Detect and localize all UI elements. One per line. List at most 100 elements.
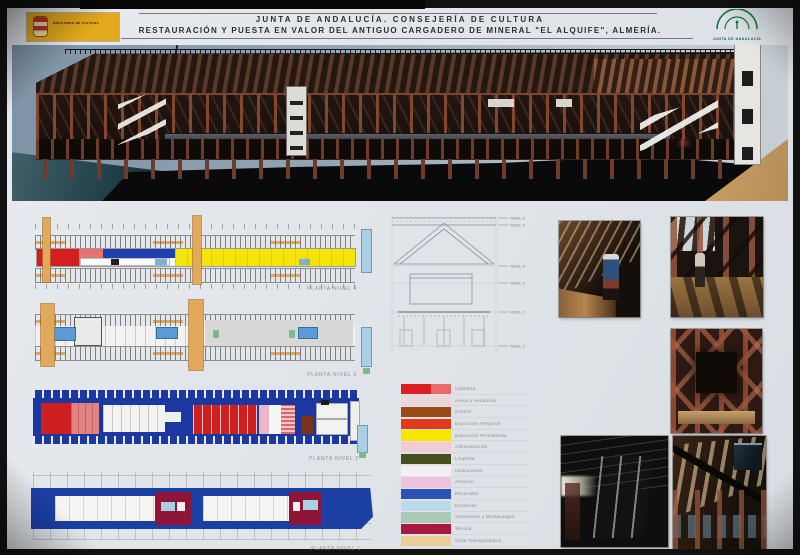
photo-walkway-floor xyxy=(671,277,763,317)
plan1-stair-box-2 xyxy=(303,500,318,510)
photo-truss-dark-core xyxy=(696,352,736,394)
legend-item: Recorridos xyxy=(401,488,529,500)
plan3-grey-area xyxy=(205,320,353,347)
section-level-label: NIVEL 3 xyxy=(510,281,526,286)
floor-plan-level-3: PLANTA NIVEL 3 xyxy=(27,298,377,378)
render-roof-open-bay xyxy=(594,59,746,95)
plan3-tower-left xyxy=(41,304,54,366)
legend-item: Almacén xyxy=(401,477,529,489)
spain-crest-icon xyxy=(34,17,47,36)
plan4-caption: PLANTA NIVEL 4 xyxy=(307,286,357,292)
plan3-room-outline xyxy=(75,318,101,345)
plan4-stair-box-2 xyxy=(299,259,310,265)
plan2-white-room-2 xyxy=(317,404,347,418)
photo-truss-platform xyxy=(678,411,754,423)
plan3-stair-box-1 xyxy=(53,328,75,340)
gobierno-espana-logo: MINISTERIO DE CULTURA xyxy=(27,13,119,41)
plan4-black-room xyxy=(111,259,119,265)
legend-item: Aseos y vestuarios xyxy=(401,395,529,407)
section-level-label: NIVEL 5 xyxy=(510,223,526,228)
plan1-white-court-1 xyxy=(55,496,155,521)
render-pillars xyxy=(43,159,738,179)
plan3-stair-box-2 xyxy=(157,328,177,338)
floor-plan-level-4: PLANTA NIVEL 4 xyxy=(27,208,377,294)
legend-item: Instituciones xyxy=(401,465,529,477)
legend-item: Exposición Temporal xyxy=(401,418,529,430)
floor-plan-level-2: PLANTA NIVEL 2 xyxy=(27,382,377,466)
plan2-connector xyxy=(165,412,181,422)
plan2-comb-bottom xyxy=(33,436,359,444)
legend-label: Cinta Transportadora xyxy=(451,535,529,547)
plan2-red-zone-2 xyxy=(193,405,257,434)
header-rule-bottom xyxy=(121,38,693,39)
plan2-pink-zone-2 xyxy=(259,405,269,434)
legend-swatch xyxy=(401,395,451,405)
render-structure xyxy=(36,49,760,181)
legend-label: Control xyxy=(451,406,529,418)
legend-label: Recorridos xyxy=(451,488,529,500)
plan1-white-box-1 xyxy=(177,502,185,511)
photo-gallery-rust-column xyxy=(565,483,580,541)
plan4-blue-zone xyxy=(103,249,175,258)
legend-label: Limpieza xyxy=(451,453,529,465)
legend-label: Aseos y vestuarios xyxy=(451,395,529,407)
poster-board: JUNTA DE ANDALUCÍA. CONSEJERÍA DE CULTUR… xyxy=(7,8,793,549)
plan2-hatched-zone xyxy=(281,405,295,434)
plan3-stair-box-3 xyxy=(299,328,317,338)
legend-swatch xyxy=(401,407,451,417)
legend-swatch xyxy=(401,384,451,394)
background-shadow-top xyxy=(80,0,425,9)
legend-label: Exposición Permanente xyxy=(451,430,529,442)
legend-label: Exposición Temporal xyxy=(451,418,529,430)
legend-swatch xyxy=(401,430,451,440)
plan4-elevator-bar xyxy=(362,230,371,272)
plan4-tower-left xyxy=(43,218,50,282)
plan1-white-court-2 xyxy=(203,496,289,521)
legend-swatch xyxy=(401,489,451,499)
plan3-elevator-bar xyxy=(362,328,371,366)
gobierno-logo-text: MINISTERIO DE CULTURA xyxy=(53,21,113,25)
program-colour-legend: Cafetería Aseos y vestuarios Control Exp… xyxy=(401,383,529,547)
render-tower-mid-slots xyxy=(290,90,303,152)
legend-swatch xyxy=(401,536,451,546)
legend-swatch xyxy=(401,466,451,476)
legend-item: Terraza xyxy=(401,523,529,535)
section-level-label: NIVEL 2 xyxy=(510,310,526,315)
legend-label: Cafetería xyxy=(451,383,529,395)
plan3-lift-box-2 xyxy=(289,330,295,338)
junta-arch-icon xyxy=(699,9,775,31)
photo-attic-person xyxy=(603,254,619,300)
legend-item: Control xyxy=(401,406,529,418)
legend-item: Escaleras xyxy=(401,500,529,512)
legend-swatch xyxy=(401,419,451,429)
legend-label: Escaleras xyxy=(451,500,529,512)
legend-item: Exposición Permanente xyxy=(401,430,529,442)
legend-swatch xyxy=(401,477,451,487)
section-level-label: NIVEL 1 xyxy=(510,344,526,349)
render-elevator-tower xyxy=(735,45,760,164)
plan3-lift-foot xyxy=(363,368,370,374)
legend-label: Almacén xyxy=(451,477,529,489)
plan3-lift-box-1 xyxy=(213,330,219,338)
legend-item: Administración xyxy=(401,441,529,453)
legend-swatch xyxy=(401,442,451,452)
render-elevator-windows xyxy=(742,48,753,160)
legend-item: Cafetería xyxy=(401,383,529,395)
plan2-white-hall xyxy=(103,405,165,432)
plan2-lift-foot xyxy=(359,452,366,458)
plan2-blue-band xyxy=(33,390,359,444)
plan2-pink-zone-1 xyxy=(71,403,99,434)
section-level-label: NIVEL 6 xyxy=(510,216,526,221)
legend-item: Cinta Transportadora xyxy=(401,535,529,547)
photo-roof-interior xyxy=(673,436,766,549)
legend-swatch xyxy=(401,501,451,511)
legend-label: Instituciones xyxy=(451,465,529,477)
plan3-tower-mid xyxy=(189,300,203,370)
plan3-caption: PLANTA NIVEL 3 xyxy=(307,372,357,378)
photo-gallery-glass-partitions xyxy=(593,456,653,538)
plan2-caption: PLANTA NIVEL 2 xyxy=(309,456,359,462)
photo-attic-interior xyxy=(559,221,640,317)
plan2-white-room-3 xyxy=(317,420,347,434)
legend-swatch-half xyxy=(431,384,451,394)
photo-roof-machinery xyxy=(734,443,762,470)
